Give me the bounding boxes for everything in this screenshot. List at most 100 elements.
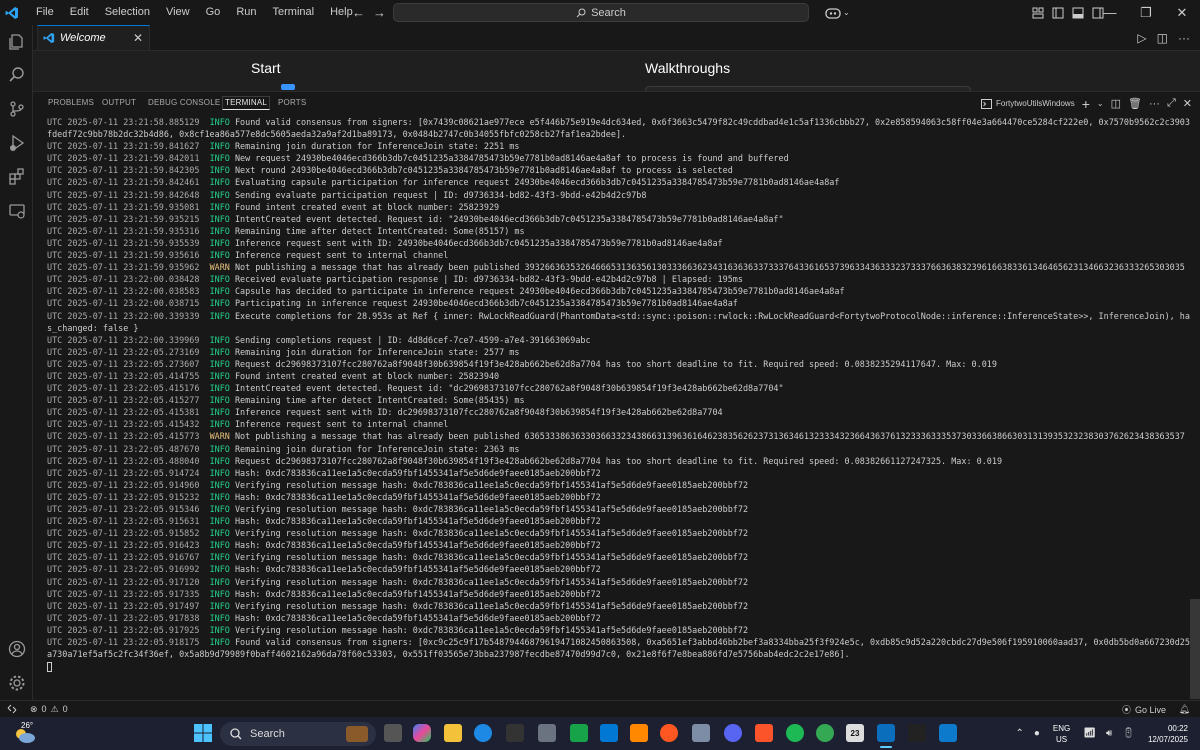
taskbar-search[interactable]: Search [220,722,376,746]
menu-run[interactable]: Run [228,0,264,25]
toggle-primary-sidebar-icon[interactable] [1052,7,1064,19]
customize-layout-icon[interactable] [1032,7,1044,19]
volume-icon[interactable]: 🔊︎ [1106,728,1112,739]
log-level: INFO [204,165,235,176]
close-panel-icon[interactable]: ✕ [1183,97,1192,110]
maximize-panel-icon[interactable]: ⤢ [1167,97,1176,110]
minimize-icon[interactable]: — [1092,0,1128,25]
app-icon[interactable] [908,724,926,742]
lang-code: ENG [1052,723,1071,733]
menu-edit[interactable]: Edit [62,0,97,25]
log-message: Hash: 0xdc783836ca11ee1a5c0ecda59fbf1455… [234,540,601,551]
log-timestamp: UTC 2025-07-11 23:22:05.415381 [47,407,205,418]
language-indicator[interactable]: ENG US [1053,723,1070,745]
tab-problems[interactable]: PROBLEMS [48,98,94,107]
firefox-icon[interactable] [660,724,678,742]
panel-tab-bar: PROBLEMS OUTPUT DEBUG CONSOLE TERMINAL P… [33,91,1200,114]
source-control-icon[interactable] [5,97,29,121]
log-level: INFO [204,443,235,454]
tray-app-icon[interactable]: ● [1034,728,1040,739]
remote-explorer-icon[interactable] [5,199,29,223]
tab-output[interactable]: OUTPUT [102,98,136,107]
run-icon[interactable]: ▷ [1137,31,1146,45]
terminal-selector[interactable]: FortytwoUtilsWindows [981,98,1075,109]
log-timestamp: UTC 2025-07-11 23:22:05.916423 [47,540,205,551]
outlook-icon[interactable] [600,724,618,742]
tab-debug-console[interactable]: DEBUG CONSOLE [148,98,220,107]
log-level: INFO [204,286,235,297]
tab-welcome[interactable]: Welcome ✕ [37,25,150,51]
forward-arrow-icon[interactable]: → [373,5,386,20]
edge-browser-icon[interactable] [474,724,492,742]
log-message: Hash: 0xdc783836ca11ee1a5c0ecda59fbf1455… [234,516,601,527]
log-level: INFO [204,141,235,152]
log-message: Hash: 0xdc783836ca11ee1a5c0ecda59fbf1455… [234,588,601,599]
terminal-cursor [47,660,1192,672]
tab-ports[interactable]: PORTS [278,98,306,107]
terminal-line: UTC 2025-07-11 23:22:05.915852 INFO Veri… [47,527,1192,539]
copilot-app-icon[interactable] [413,724,431,742]
manage-gear-icon[interactable] [5,671,29,695]
restore-icon[interactable]: ❐ [1128,0,1164,25]
task-view-icon[interactable] [384,724,402,742]
battery-icon[interactable]: 🔋︎ [1122,728,1135,739]
search-icon[interactable] [5,63,29,87]
kill-terminal-trash-icon[interactable]: 🗑 [1128,97,1142,110]
log-level: INFO [204,504,235,514]
split-terminal-icon[interactable]: ◫ [1111,97,1121,110]
discord-icon[interactable] [724,724,742,742]
vlc-icon[interactable] [630,724,648,742]
log-message: New request 24930be4046ecd366b3db7c04512… [234,153,789,164]
new-file-link-icon[interactable] [281,84,295,90]
menu-view[interactable]: View [158,0,198,25]
wifi-icon[interactable]: 📶︎ [1083,728,1096,739]
menu-selection[interactable]: Selection [97,0,158,25]
log-timestamp: UTC 2025-07-11 23:22:05.917838 [47,612,205,623]
menu-go[interactable]: Go [198,0,229,25]
account-icon[interactable] [5,637,29,661]
start-button[interactable] [194,724,212,745]
toggle-panel-icon[interactable] [1072,7,1084,19]
go-live-button[interactable]: ⦿ Go Live [1122,701,1166,718]
xbox-icon[interactable] [570,724,588,742]
notifications-bell-icon[interactable]: 🔔︎ [1179,701,1190,718]
run-debug-icon[interactable] [5,131,29,155]
app-icon[interactable] [506,724,524,742]
command-center-search[interactable]: Search [393,3,809,22]
back-arrow-icon[interactable]: ← [352,5,365,20]
log-level: INFO [204,117,235,127]
photos-icon[interactable] [692,724,710,742]
spotify-icon[interactable] [786,724,804,742]
more-actions-icon[interactable]: ··· [1149,98,1160,110]
menu-file[interactable]: File [28,0,62,25]
terminal-scrollbar[interactable] [1190,599,1200,699]
vscode-taskbar-icon[interactable] [877,724,895,742]
explorer-icon[interactable] [5,30,29,54]
file-explorer-icon[interactable] [444,724,462,742]
terminal-view[interactable]: UTC 2025-07-11 23:21:58.885129 INFO Foun… [33,114,1200,700]
extensions-icon[interactable] [5,165,29,189]
chrome-icon[interactable] [816,724,834,742]
terminal-line: UTC 2025-07-11 23:21:59.935215 INFO Inte… [47,213,1192,225]
terminal-line: UTC 2025-07-11 23:22:05.916423 INFO Hash… [47,539,1192,551]
terminal-line: UTC 2025-07-11 23:21:59.935081 INFO Foun… [47,201,1192,213]
menu-terminal[interactable]: Terminal [265,0,323,25]
weather-widget[interactable]: 26° [10,720,50,748]
log-message: Verifying resolution message hash: 0xdc7… [234,504,749,514]
calendar-icon[interactable]: 23 [846,724,864,742]
close-icon[interactable]: ✕ [133,31,143,45]
remote-desktop-icon[interactable] [939,724,957,742]
split-editor-icon[interactable]: ◫ [1157,31,1168,45]
chevron-down-icon[interactable]: ⌄ [1097,99,1104,108]
copilot-button[interactable]: ⌄ [825,0,850,25]
brave-icon[interactable] [755,724,773,742]
problems-counter[interactable]: ⊗ 0 ⚠ 0 [30,704,68,715]
app-icon[interactable] [538,724,556,742]
close-window-icon[interactable]: ✕ [1164,0,1200,25]
new-terminal-icon[interactable]: + [1082,96,1090,112]
more-actions-icon[interactable]: ··· [1178,31,1190,45]
remote-indicator-icon[interactable] [0,701,24,718]
tab-terminal[interactable]: TERMINAL [222,96,271,110]
chevron-up-icon[interactable]: ⌃ [1015,728,1023,739]
clock[interactable]: 00:22 12/07/2025 [1148,723,1188,745]
